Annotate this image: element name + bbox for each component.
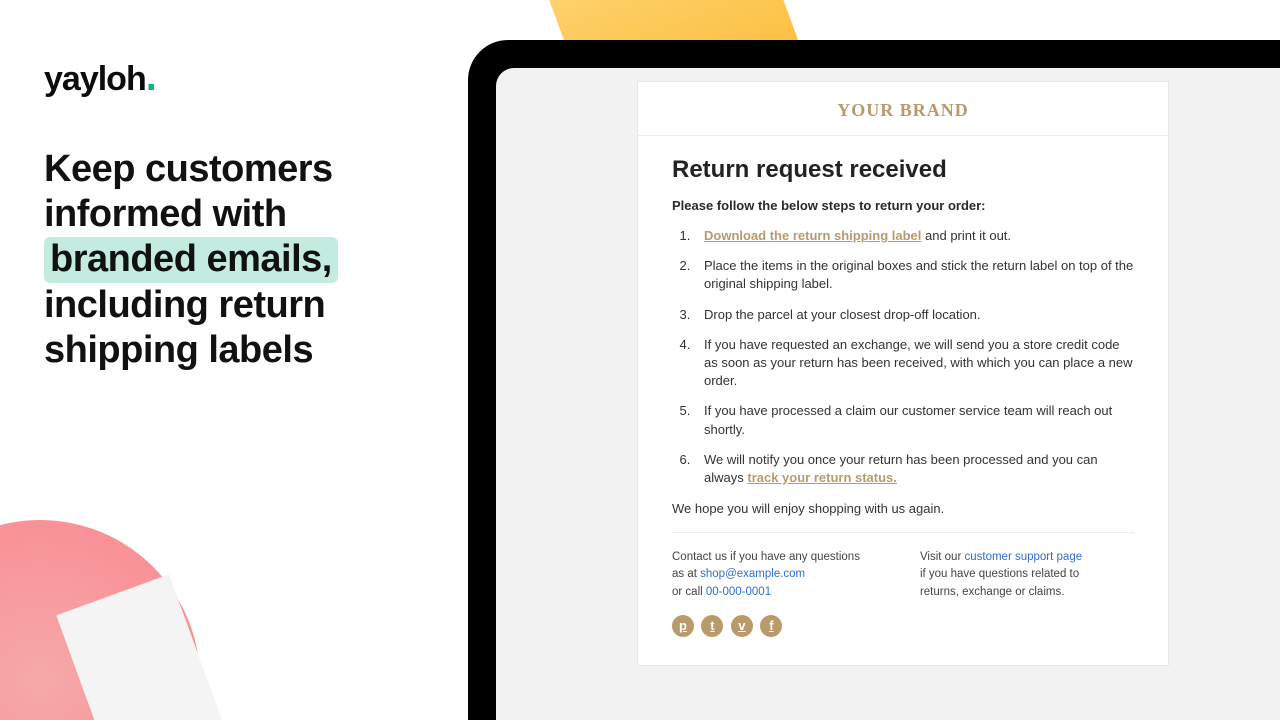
twitter-icon[interactable]: t (701, 615, 723, 637)
email-footer: Contact us if you have any questions as … (672, 532, 1134, 601)
email-card: YOUR BRAND Return request received Pleas… (638, 82, 1168, 665)
left-column: yayloh. Keep customers informed with bra… (44, 60, 384, 373)
brand-logo: yayloh. (44, 60, 384, 99)
device-frame: YOUR BRAND Return request received Pleas… (468, 40, 1280, 720)
vimeo-icon[interactable]: v (731, 615, 753, 637)
download-label-link[interactable]: Download the return shipping label (704, 228, 921, 243)
device-screen: YOUR BRAND Return request received Pleas… (496, 68, 1280, 720)
support-page-link[interactable]: customer support page (964, 551, 1082, 563)
footer-left-line1: Contact us if you have any questions (672, 551, 860, 563)
step-1: Download the return shipping label and p… (694, 227, 1134, 245)
step-3: Drop the parcel at your closest drop-off… (694, 306, 1134, 324)
track-status-link[interactable]: track your return status. (747, 470, 897, 485)
footer-left-line2a: as at (672, 568, 700, 580)
headline: Keep customers informed with branded ema… (44, 147, 384, 373)
contact-email-link[interactable]: shop@example.com (700, 568, 805, 580)
footer-right-line3: returns, exchange or claims. (920, 586, 1064, 598)
step-6: We will notify you once your return has … (694, 451, 1134, 487)
logo-text: yayloh (44, 60, 146, 98)
headline-post: including return shipping labels (44, 284, 325, 371)
footer-left: Contact us if you have any questions as … (672, 549, 860, 601)
footer-left-line3a: or call (672, 586, 706, 598)
email-body: Return request received Please follow th… (638, 136, 1168, 665)
steps-list: Download the return shipping label and p… (672, 227, 1134, 487)
footer-right: Visit our customer support page if you h… (920, 549, 1082, 601)
logo-dot-icon: . (146, 55, 156, 99)
closing-text: We hope you will enjoy shopping with us … (672, 501, 1134, 516)
footer-right-line2: if you have questions related to (920, 568, 1079, 580)
step-4: If you have requested an exchange, we wi… (694, 336, 1134, 391)
social-row: p t v f (672, 601, 1134, 657)
facebook-icon[interactable]: f (760, 615, 782, 637)
email-subtitle: Please follow the below steps to return … (672, 198, 1134, 213)
footer-right-line1a: Visit our (920, 551, 965, 563)
step-2: Place the items in the original boxes an… (694, 257, 1134, 293)
email-title: Return request received (672, 156, 1134, 184)
headline-pre: Keep customers informed with (44, 148, 333, 235)
brand-header: YOUR BRAND (638, 82, 1168, 136)
contact-phone-link[interactable]: 00-000-0001 (706, 586, 771, 598)
headline-highlight: branded emails, (44, 237, 338, 284)
pinterest-icon[interactable]: p (672, 615, 694, 637)
step-5: If you have processed a claim our custom… (694, 402, 1134, 438)
step-1-rest: and print it out. (921, 228, 1011, 243)
